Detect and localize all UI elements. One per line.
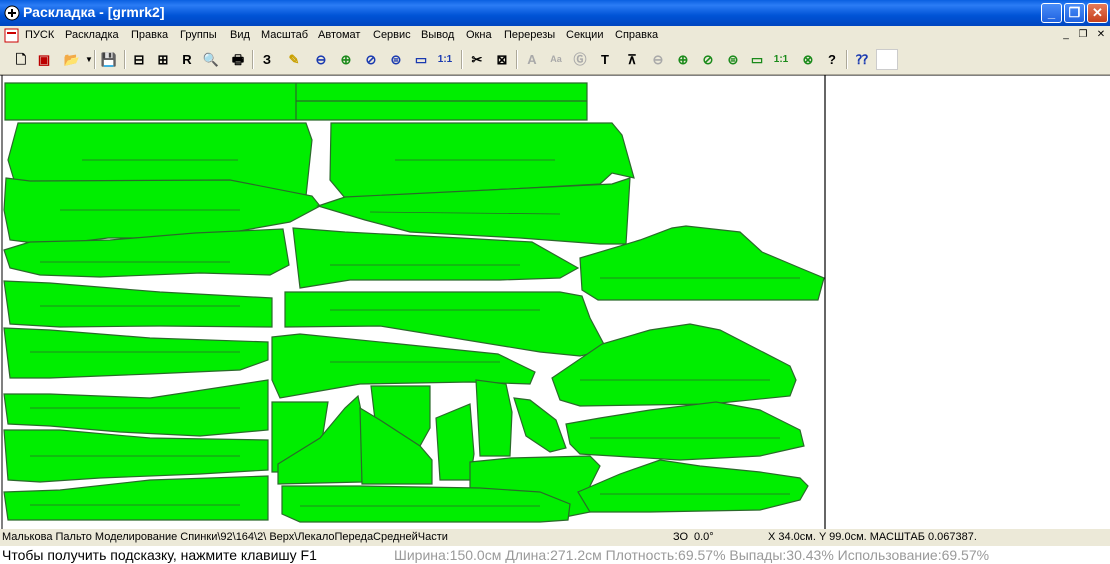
- pattern-piece: [577, 459, 809, 513]
- close-button[interactable]: ✕: [1087, 3, 1108, 23]
- menu-service[interactable]: Сервис: [373, 29, 411, 41]
- status-bar: Малькова Пальто Моделирование Спинки\92\…: [0, 529, 1110, 546]
- menu-sections[interactable]: Секции: [566, 29, 603, 41]
- pattern-piece: [475, 379, 513, 457]
- window-title: Раскладка - [grmrk2]: [23, 4, 165, 20]
- one-to-one-icon[interactable]: 1:1: [434, 49, 456, 70]
- pattern-piece: [3, 475, 269, 521]
- page-layout-icon[interactable]: ⊞: [152, 49, 174, 70]
- text-g-icon[interactable]: Ⓖ: [569, 49, 591, 70]
- pattern-piece: [513, 397, 567, 453]
- zoom-in-green-icon[interactable]: ⊕: [672, 49, 694, 70]
- menu-help[interactable]: Справка: [615, 29, 658, 41]
- text-tool-icon[interactable]: T: [594, 49, 616, 70]
- minimize-button[interactable]: _: [1041, 3, 1062, 23]
- zoom-in-icon[interactable]: ⊕: [335, 49, 357, 70]
- menu-auto[interactable]: Автомат: [318, 29, 360, 41]
- help-icon[interactable]: ?: [821, 49, 843, 70]
- menu-edit[interactable]: Правка: [131, 29, 168, 41]
- save-icon[interactable]: 💾: [98, 49, 120, 70]
- pattern-piece: [3, 280, 273, 328]
- app-icon: [4, 5, 20, 21]
- zoom-fit-icon[interactable]: ▭: [410, 49, 432, 70]
- menu-start[interactable]: ПУСК: [25, 29, 54, 41]
- hint-bar: Чтобы получить подсказку, нажмите клавиш…: [0, 546, 1110, 564]
- pattern-piece: [281, 485, 571, 523]
- menu-output[interactable]: Вывод: [421, 29, 454, 41]
- pattern-piece: [565, 401, 805, 461]
- mdi-minimize-button[interactable]: _: [1059, 29, 1073, 42]
- document-icon[interactable]: [4, 28, 19, 43]
- menu-layout[interactable]: Раскладка: [65, 29, 119, 41]
- pattern-piece: [3, 327, 269, 379]
- marker-drawing: [0, 75, 1110, 529]
- context-help-icon[interactable]: ⁇: [851, 49, 873, 70]
- menu-view[interactable]: Вид: [230, 29, 250, 41]
- scissors-icon[interactable]: ✂: [466, 49, 488, 70]
- open-red-icon[interactable]: ▣: [33, 49, 55, 70]
- zoom-out-dim-icon[interactable]: ⊖: [647, 49, 669, 70]
- pencil-icon[interactable]: ✎: [283, 49, 305, 70]
- toolbar: 🗋 ▣ 📂 ▼ 💾 ⊟ ⊞ R 🔍 🖶 З ✎ ⊖ ⊕ ⊘ ⊜ ▭ 1:1 ✂ …: [0, 45, 1110, 75]
- layout-canvas[interactable]: [0, 75, 1110, 529]
- zoom-prev-icon[interactable]: ⊜: [385, 49, 407, 70]
- zoom-out-icon[interactable]: ⊖: [310, 49, 332, 70]
- menu-cuts[interactable]: Перерезы: [504, 29, 555, 41]
- menu-scale[interactable]: Масштаб: [261, 29, 308, 41]
- cut-box-icon[interactable]: ⊠: [491, 49, 513, 70]
- zoom-fit-green-icon[interactable]: ▭: [746, 49, 768, 70]
- title-bar: Раскладка - [grmrk2] _ ❐ ✕: [0, 0, 1110, 26]
- help-hint: Чтобы получить подсказку, нажмите клавиш…: [2, 547, 317, 563]
- print-preview-icon[interactable]: ⊟: [128, 49, 150, 70]
- mode-indicator: ЗО: [673, 531, 689, 543]
- ruler-icon[interactable]: ⊼: [621, 49, 643, 70]
- blank-field[interactable]: [876, 49, 898, 70]
- layout-stats: Ширина:150.0см Длина:271.2см Плотность:6…: [394, 547, 990, 563]
- zoom-window-icon[interactable]: ⊘: [360, 49, 382, 70]
- menu-groups[interactable]: Группы: [180, 29, 217, 41]
- preview-icon[interactable]: 🔍: [200, 49, 222, 70]
- text-a-icon[interactable]: A: [521, 49, 543, 70]
- coordinate-readout: X 34.0см. Y 99.0см. МАСШТАБ 0.067387.: [768, 531, 977, 543]
- text-aa-icon[interactable]: Aa: [545, 49, 567, 70]
- menu-bar: ПУСК Раскладка Правка Группы Вид Масштаб…: [0, 26, 1110, 45]
- mdi-close-button[interactable]: ✕: [1094, 29, 1108, 42]
- pattern-piece: [435, 403, 475, 481]
- one-to-one-green-icon[interactable]: 1:1: [770, 49, 792, 70]
- angle-readout: 0.0°: [694, 531, 714, 543]
- zoom-prev-green-icon[interactable]: ⊜: [722, 49, 744, 70]
- r-icon[interactable]: R: [176, 49, 198, 70]
- dropdown-arrow-icon[interactable]: ▼: [78, 49, 100, 70]
- piece-info: Малькова Пальто Моделирование Спинки\92\…: [2, 531, 448, 543]
- maximize-button[interactable]: ❐: [1064, 3, 1085, 23]
- mdi-restore-button[interactable]: ❐: [1076, 29, 1090, 42]
- zoom-reset-green-icon[interactable]: ⊗: [797, 49, 819, 70]
- menu-windows[interactable]: Окна: [466, 29, 492, 41]
- zoom-window-green-icon[interactable]: ⊘: [697, 49, 719, 70]
- printer-icon[interactable]: 🖶: [227, 49, 249, 70]
- z-icon[interactable]: З: [256, 49, 278, 70]
- new-file-icon[interactable]: 🗋: [10, 49, 32, 70]
